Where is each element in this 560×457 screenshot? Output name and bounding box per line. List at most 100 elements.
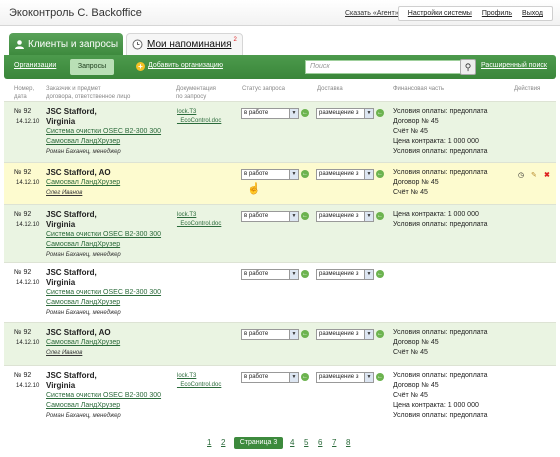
requests-tab[interactable]: Запросы	[70, 59, 114, 75]
advanced-search-link[interactable]: Расширенный поиск	[481, 62, 547, 69]
apply-delivery-icon[interactable]: ←	[376, 270, 384, 278]
client-name[interactable]: Virginia	[46, 220, 176, 230]
doc-link-line[interactable]: _EcoControl.doc	[177, 381, 221, 390]
subject-link[interactable]: Самосвал ЛандХрузер	[46, 401, 176, 411]
doc-link-line[interactable]: _EcoControl.doc	[177, 117, 221, 126]
app-title: Экоконтроль С. Backoffice	[9, 7, 142, 19]
subject-link[interactable]: Система очистки OSEC B2-300 300	[46, 127, 176, 137]
delivery-select[interactable]: размещение з ▼	[316, 269, 374, 280]
doc-link[interactable]: lock.T3 _EcoControl.doc	[177, 211, 221, 229]
tab-reminders[interactable]: Мои напоминания 2	[126, 33, 243, 55]
client-block: JSC Stafford, AO Самосвал ЛандХрузер Олег …	[46, 328, 176, 358]
row-date: 14.12.10	[16, 222, 40, 228]
status-value: в работе	[244, 331, 269, 337]
status-select[interactable]: в работе ▼	[241, 211, 299, 222]
plus-icon[interactable]: +	[136, 62, 145, 71]
clock-icon[interactable]: ◷	[518, 171, 524, 180]
profile-link[interactable]: Профиль	[482, 10, 512, 17]
finance-block: Условия оплаты: предоплата Договор № 45 Сч…	[393, 107, 511, 157]
delivery-select[interactable]: размещение з ▼	[316, 169, 374, 180]
client-name[interactable]: Virginia	[46, 278, 176, 288]
orgs-link[interactable]: Организации	[14, 62, 56, 69]
status-select[interactable]: в работе ▼	[241, 372, 299, 383]
add-org-link[interactable]: Добавить организацию	[148, 62, 223, 69]
current-page: Страница 3	[234, 437, 283, 449]
apply-status-icon[interactable]: ←	[301, 170, 309, 178]
page-link[interactable]: 2	[221, 438, 225, 447]
client-name[interactable]: JSC Stafford, AO	[46, 328, 176, 338]
finance-line: Договор № 45	[393, 118, 439, 125]
apply-status-icon[interactable]: ←	[301, 373, 309, 381]
client-name[interactable]: JSC Stafford, AO	[46, 168, 176, 178]
delivery-select[interactable]: размещение з ▼	[316, 372, 374, 383]
page-link[interactable]: 5	[304, 438, 308, 447]
page-link[interactable]: 7	[332, 438, 336, 447]
page-link[interactable]: 4	[290, 438, 294, 447]
status-select[interactable]: в работе ▼	[241, 108, 299, 119]
apply-status-icon[interactable]: ←	[301, 330, 309, 338]
chevron-down-icon: ▼	[364, 270, 373, 279]
search-input[interactable]: Поиск	[305, 60, 463, 74]
settings-link[interactable]: Настройки системы	[408, 10, 472, 17]
client-name[interactable]: Virginia	[46, 117, 176, 127]
finance-line: Условия оплаты: предоплата	[393, 108, 488, 115]
row-number: № 92	[14, 211, 32, 218]
status-select[interactable]: в работе ▼	[241, 169, 299, 180]
delivery-value: размещение з	[319, 331, 359, 337]
apply-delivery-icon[interactable]: ←	[376, 170, 384, 178]
status-select[interactable]: в работе ▼	[241, 269, 299, 280]
client-name[interactable]: JSC Stafford,	[46, 107, 176, 117]
subject-link[interactable]: Система очистки OSEC B2-300 300	[46, 288, 176, 298]
doc-link-line[interactable]: lock.T3	[177, 108, 221, 117]
delivery-value: размещение з	[319, 271, 359, 277]
delivery-select[interactable]: размещение з ▼	[316, 108, 374, 119]
doc-link[interactable]: lock.T3 _EcoControl.doc	[177, 372, 221, 390]
apply-delivery-icon[interactable]: ←	[376, 373, 384, 381]
agent-link[interactable]: Сказать «Агент»	[345, 10, 399, 17]
finance-block: Условия оплаты: предоплата Договор № 45 Сч…	[393, 371, 511, 421]
delete-icon[interactable]: ✖	[544, 171, 550, 180]
client-name[interactable]: JSC Stafford,	[46, 210, 176, 220]
apply-status-icon[interactable]: ←	[301, 212, 309, 220]
client-name[interactable]: Virginia	[46, 381, 176, 391]
subject-link[interactable]: Система очистки OSEC B2-300 300	[46, 230, 176, 240]
page-link[interactable]: 8	[346, 438, 350, 447]
col-delivery: Доставка	[317, 86, 343, 92]
tab-clients[interactable]: Клиенты и запросы	[9, 33, 123, 55]
status-select[interactable]: в работе ▼	[241, 329, 299, 340]
client-name[interactable]: JSC Stafford,	[46, 371, 176, 381]
responsible-person: Роман Баханец, менеджер	[46, 310, 121, 316]
subject-link[interactable]: Самосвал ЛандХрузер	[46, 338, 176, 348]
page-link[interactable]: 6	[318, 438, 322, 447]
doc-link[interactable]: lock.T3 _EcoControl.doc	[177, 108, 221, 126]
delivery-select[interactable]: размещение з ▼	[316, 329, 374, 340]
doc-link-line[interactable]: _EcoControl.doc	[177, 220, 221, 229]
apply-status-icon[interactable]: ←	[301, 270, 309, 278]
search-icon[interactable]: ⚲	[460, 59, 476, 75]
subject-link[interactable]: Самосвал ЛандХрузер	[46, 178, 176, 188]
apply-delivery-icon[interactable]: ←	[376, 330, 384, 338]
col-actions: Действия	[514, 86, 541, 92]
tab-reminders-label: Мои напоминания	[147, 39, 232, 50]
delivery-value: размещение з	[319, 213, 359, 219]
apply-delivery-icon[interactable]: ←	[376, 109, 384, 117]
pager: 1 2 Страница 3 4 5 6 7 8	[0, 437, 560, 449]
chevron-down-icon: ▼	[289, 212, 298, 221]
apply-delivery-icon[interactable]: ←	[376, 212, 384, 220]
client-name[interactable]: JSC Stafford,	[46, 268, 176, 278]
page-link[interactable]: 1	[207, 438, 211, 447]
subject-link[interactable]: Система очистки OSEC B2-300 300	[46, 391, 176, 401]
logout-link[interactable]: Выход	[522, 10, 543, 17]
subject-link[interactable]: Самосвал ЛандХрузер	[46, 137, 176, 147]
apply-status-icon[interactable]: ←	[301, 109, 309, 117]
finance-line: Цена контракта: 1 000 000	[393, 138, 479, 145]
edit-icon[interactable]: ✎	[531, 171, 537, 180]
mouse-cursor-icon: ☝	[247, 183, 261, 195]
toolbar: Организации Запросы + Добавить организац…	[4, 55, 556, 79]
delivery-select[interactable]: размещение з ▼	[316, 211, 374, 222]
subject-link[interactable]: Самосвал ЛандХрузер	[46, 298, 176, 308]
doc-link-line[interactable]: lock.T3	[177, 211, 221, 220]
chevron-down-icon: ▼	[289, 170, 298, 179]
subject-link[interactable]: Самосвал ЛандХрузер	[46, 240, 176, 250]
doc-link-line[interactable]: lock.T3	[177, 372, 221, 381]
